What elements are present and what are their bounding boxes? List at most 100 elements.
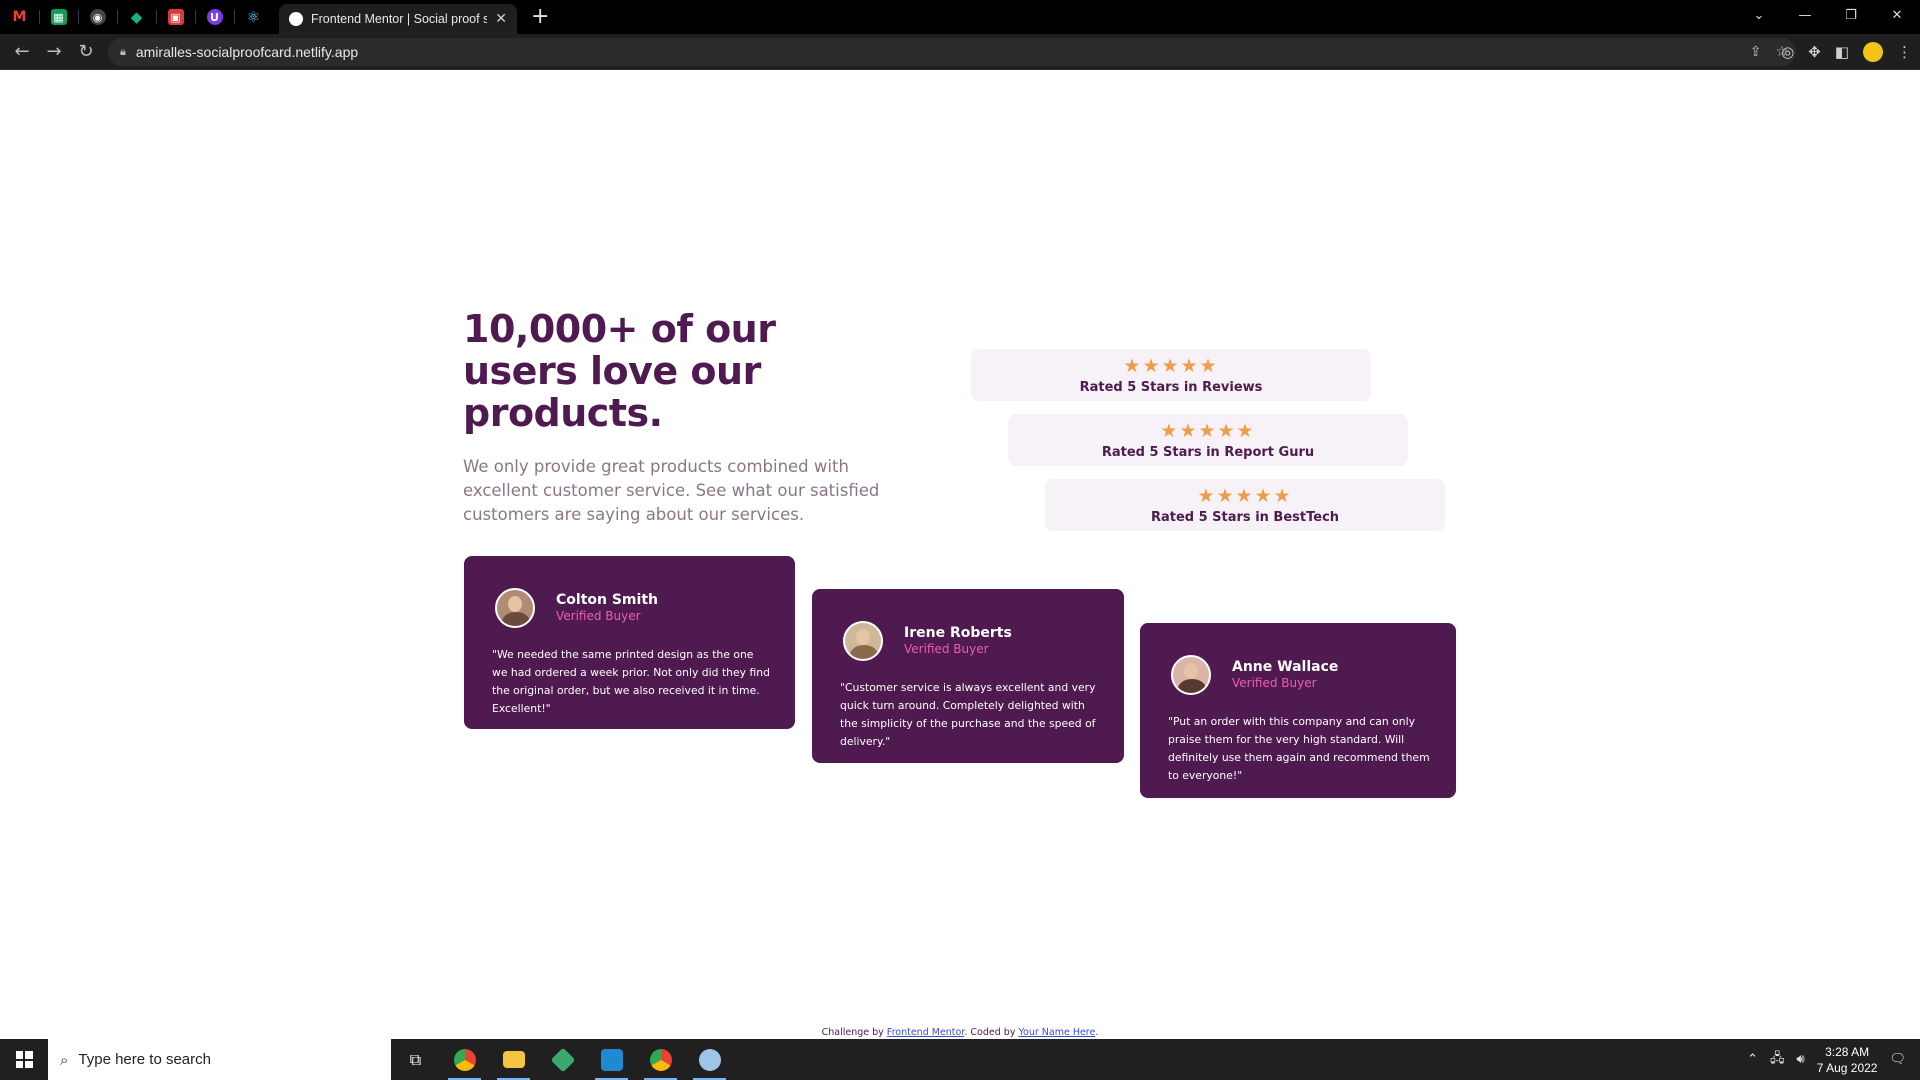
footer-middle: . Coded by (964, 1027, 1019, 1038)
testimonial-card-anne: Anne Wallace Verified Buyer "Put an orde… (1140, 623, 1456, 798)
rating-label: Rated 5 Stars in BestTech (1150, 510, 1340, 525)
rating-reviews: ★★★★★ Rated 5 Stars in Reviews (971, 349, 1371, 401)
author-link[interactable]: Your Name Here (1018, 1027, 1095, 1038)
star-icons: ★★★★★ (1123, 355, 1219, 377)
kebab-menu-icon[interactable]: ⋮ (1897, 43, 1912, 61)
taskbar-chrome[interactable] (440, 1039, 489, 1080)
vscode-icon (600, 1048, 623, 1071)
url-text[interactable]: amiralles-socialproofcard.netlify.app (136, 44, 358, 60)
profile-avatar[interactable] (1863, 42, 1883, 62)
share-icon[interactable]: ⇪ (1750, 44, 1762, 60)
rating-report-guru: ★★★★★ Rated 5 Stars in Report Guru (1008, 414, 1408, 466)
start-button[interactable] (0, 1039, 48, 1080)
rating-besttech: ★★★★★ Rated 5 Stars in BestTech (1045, 479, 1445, 531)
testimonial-quote: "Customer service is always excellent an… (840, 681, 1096, 748)
u-icon: U (206, 9, 223, 25)
side-panel-icon[interactable]: ◧ (1835, 43, 1849, 61)
paint-icon (698, 1048, 721, 1071)
reload-icon[interactable]: ↻ (70, 36, 102, 68)
star-icons: ★★★★★ (1160, 420, 1256, 442)
minimize-button[interactable]: — (1782, 0, 1828, 30)
attribution-footer: Challenge by Frontend Mentor. Coded by Y… (0, 1027, 1920, 1038)
tab-search-icon[interactable]: ⌄ (1736, 0, 1782, 30)
clock-date: 7 Aug 2022 (1816, 1060, 1878, 1075)
avatar (843, 621, 883, 661)
taskbar-vscode[interactable] (587, 1039, 636, 1080)
footer-prefix: Challenge by (821, 1027, 887, 1038)
diamond-app-icon (550, 1047, 575, 1072)
lock-icon[interactable]: 🔒︎ (120, 45, 126, 59)
new-tab-button[interactable]: + (531, 6, 549, 28)
taskbar-app-3[interactable] (538, 1039, 587, 1080)
github-icon: ◉ (89, 9, 106, 25)
gmail-icon: M (12, 9, 27, 25)
system-tray: ⌃ 🖧︎ 🔊︎ 3:28 AM 7 Aug 2022 🗨︎ (1747, 1039, 1920, 1080)
windows-logo-icon (15, 1051, 33, 1068)
rating-label: Rated 5 Stars in Reviews (1079, 380, 1263, 395)
windows-taskbar: ⌕ Type here to search ⧉ ⌃ 🖧︎ 🔊︎ 3:28 AM … (0, 1039, 1920, 1080)
pinned-tab-gmail[interactable]: M (0, 0, 39, 34)
browser-toolbar: ← → ↻ 🔒︎ amiralles-socialproofcard.netli… (0, 34, 1920, 70)
window-controls: ⌄ — ❐ ✕ (1736, 0, 1920, 30)
pinned-tab-4[interactable]: ◆ (117, 0, 156, 34)
taskbar-search[interactable]: ⌕ Type here to search (48, 1039, 391, 1080)
clock[interactable]: 3:28 AM 7 Aug 2022 (1817, 1044, 1878, 1076)
verified-badge: Verified Buyer (904, 642, 989, 656)
testimonial-quote: "Put an order with this company and can … (1168, 715, 1430, 782)
forward-icon[interactable]: → (38, 36, 70, 68)
reviewer-name: Anne Wallace (1232, 659, 1339, 675)
footer-suffix: . (1095, 1027, 1099, 1038)
intro-text: We only provide great products combined … (463, 457, 880, 524)
testimonial-card-irene: Irene Roberts Verified Buyer "Customer s… (812, 589, 1124, 763)
puzzle-icon[interactable]: ✥ (1808, 43, 1821, 61)
verified-badge: Verified Buyer (556, 609, 641, 623)
volume-icon[interactable]: 🔊︎ (1797, 1052, 1805, 1067)
close-tab-icon[interactable]: ✕ (495, 11, 507, 27)
chrome-icon (649, 1048, 672, 1071)
pinned-tab-6[interactable]: U (195, 0, 234, 34)
frontend-mentor-link[interactable]: Frontend Mentor (887, 1027, 965, 1038)
taskbar-file-explorer[interactable] (489, 1039, 538, 1080)
sheets-icon: ▦ (50, 9, 67, 25)
clock-time: 3:28 AM (1825, 1044, 1870, 1059)
search-placeholder: Type here to search (78, 1051, 211, 1068)
page-content: 10,000+ of our users love our products. … (0, 71, 1920, 1039)
avatar (1171, 655, 1211, 695)
task-view-button[interactable]: ⧉ (391, 1039, 440, 1080)
search-icon: ⌕ (60, 1050, 69, 1069)
taskbar-paint[interactable] (685, 1039, 734, 1080)
restore-button[interactable]: ❐ (1828, 0, 1874, 30)
rating-label: Rated 5 Stars in Report Guru (1101, 445, 1315, 460)
frontend-mentor-icon (289, 12, 303, 26)
star-icons: ★★★★★ (1197, 485, 1293, 507)
active-tab-title: Frontend Mentor | Social proof section (311, 12, 488, 26)
tray-chevron-icon[interactable]: ⌃ (1747, 1052, 1758, 1067)
pinned-tab-5[interactable]: ▣ (156, 0, 195, 34)
testimonial-quote: "We needed the same printed design as th… (492, 648, 770, 715)
extension-icon[interactable]: ◎ (1781, 43, 1794, 61)
page-title: 10,000+ of our users love our products. (463, 307, 776, 435)
pinned-tab-react[interactable]: ⚛ (234, 0, 273, 34)
react-icon: ⚛ (246, 8, 261, 26)
reviewer-name: Colton Smith (556, 592, 658, 608)
testimonial-card-colton: Colton Smith Verified Buyer "We needed t… (464, 556, 795, 729)
verified-badge: Verified Buyer (1232, 676, 1317, 690)
browser-tab-strip: M ▦ ◉ ◆ ▣ U ⚛ Frontend Mentor | Social p… (0, 0, 1920, 34)
app-icon: ▣ (167, 9, 184, 25)
network-icon[interactable]: 🖧︎ (1770, 1049, 1785, 1071)
chrome-icon (453, 1048, 476, 1071)
reviewer-name: Irene Roberts (904, 625, 1012, 641)
browser-extensions: ◎ ✥ ◧ ⋮ (1781, 38, 1912, 66)
task-view-icon: ⧉ (409, 1049, 422, 1069)
notifications-icon[interactable]: 🗨︎ (1889, 1052, 1906, 1067)
address-bar[interactable]: 🔒︎ amiralles-socialproofcard.netlify.app… (108, 38, 1796, 66)
diamond-icon: ◆ (130, 8, 143, 26)
avatar (495, 588, 535, 628)
pinned-tab-sheets[interactable]: ▦ (39, 0, 78, 34)
taskbar-chrome-profile[interactable] (636, 1039, 685, 1080)
back-icon[interactable]: ← (6, 36, 38, 68)
active-tab[interactable]: Frontend Mentor | Social proof section ✕ (279, 4, 517, 34)
folder-icon (502, 1051, 525, 1068)
pinned-tab-github[interactable]: ◉ (78, 0, 117, 34)
close-window-button[interactable]: ✕ (1874, 0, 1920, 30)
